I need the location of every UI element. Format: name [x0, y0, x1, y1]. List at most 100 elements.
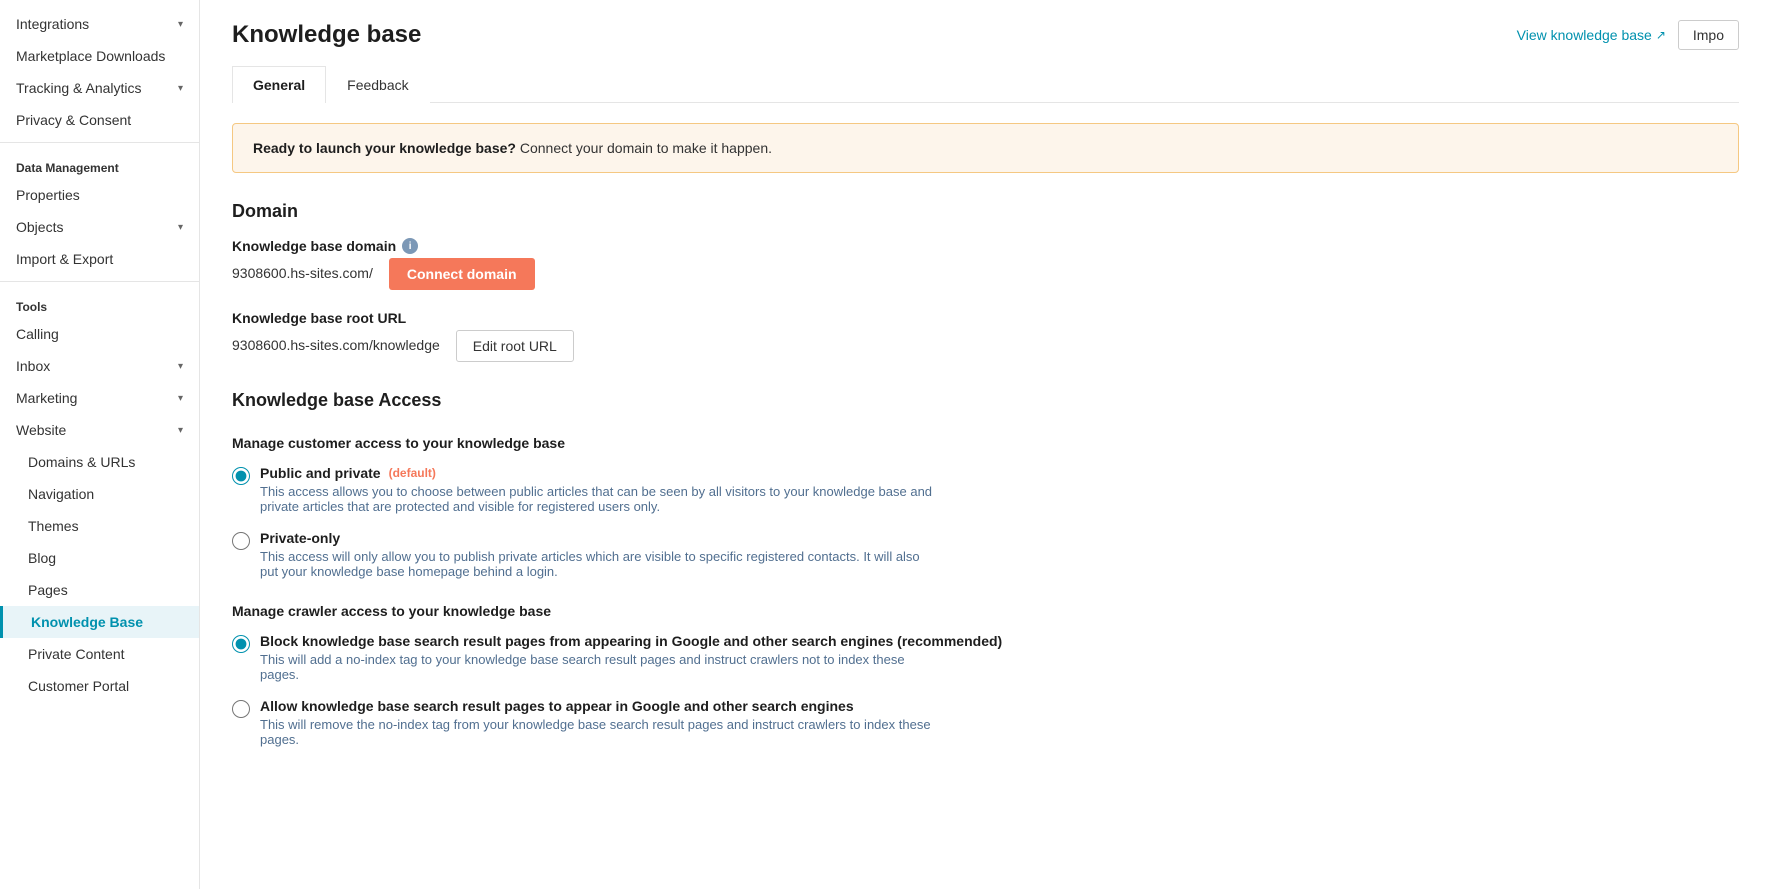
sidebar-item-label: Inbox — [16, 358, 50, 374]
radio-private-only[interactable] — [232, 532, 250, 550]
sidebar-item-blog[interactable]: Blog — [0, 542, 199, 574]
radio-option-private-only: Private-only This access will only allow… — [232, 530, 1739, 579]
sidebar-divider-2 — [0, 281, 199, 282]
sidebar-item-label: Privacy & Consent — [16, 112, 131, 128]
sidebar-item-marketing[interactable]: Marketing ▾ — [0, 382, 199, 414]
sidebar-item-label: Navigation — [28, 486, 94, 502]
view-knowledge-base-link[interactable]: View knowledge base ↗ — [1517, 27, 1666, 43]
tab-feedback[interactable]: Feedback — [326, 66, 429, 103]
customer-access-radio-group: Public and private (default) This access… — [232, 465, 1739, 579]
root-url-row: 9308600.hs-sites.com/knowledge Edit root… — [232, 330, 1739, 362]
content-area: Ready to launch your knowledge base? Con… — [200, 123, 1771, 779]
sidebar-item-label: Objects — [16, 219, 63, 235]
radio-block-crawlers-description: This will add a no-index tag to your kno… — [260, 652, 940, 682]
domain-section-title: Domain — [232, 201, 1739, 222]
sidebar-item-integrations[interactable]: Integrations ▾ — [0, 8, 199, 40]
sidebar-item-label: Marketing — [16, 390, 77, 406]
sidebar-item-domains-urls[interactable]: Domains & URLs — [0, 446, 199, 478]
sidebar-section-data-management: Data Management — [0, 149, 199, 179]
sidebar-item-knowledge-base[interactable]: Knowledge Base — [0, 606, 199, 638]
sidebar-item-label: Knowledge Base — [31, 614, 143, 630]
sidebar-item-label: Domains & URLs — [28, 454, 135, 470]
sidebar-item-label: Website — [16, 422, 66, 438]
radio-public-private-label[interactable]: Public and private (default) — [260, 465, 940, 481]
sidebar-item-label: Tracking & Analytics — [16, 80, 142, 96]
info-icon[interactable]: i — [402, 238, 418, 254]
sidebar-item-privacy-consent[interactable]: Privacy & Consent — [0, 104, 199, 136]
tab-general[interactable]: General — [232, 66, 326, 103]
sidebar-item-website[interactable]: Website ▾ — [0, 414, 199, 446]
connect-domain-button[interactable]: Connect domain — [389, 258, 535, 290]
sidebar-item-tracking-analytics[interactable]: Tracking & Analytics ▾ — [0, 72, 199, 104]
sidebar-item-inbox[interactable]: Inbox ▾ — [0, 350, 199, 382]
manage-crawler-access-label: Manage crawler access to your knowledge … — [232, 603, 1739, 619]
radio-block-crawlers[interactable] — [232, 635, 250, 653]
banner-bold-text: Ready to launch your knowledge base? — [253, 140, 516, 156]
radio-block-crawlers-label[interactable]: Block knowledge base search result pages… — [260, 633, 1002, 649]
header-actions: View knowledge base ↗ Impo — [1517, 20, 1739, 50]
sidebar: Integrations ▾ Marketplace Downloads Tra… — [0, 0, 200, 889]
sidebar-item-label: Private Content — [28, 646, 125, 662]
radio-block-crawlers-labels: Block knowledge base search result pages… — [260, 633, 1002, 682]
sidebar-item-pages[interactable]: Pages — [0, 574, 199, 606]
banner-text: Ready to launch your knowledge base? Con… — [253, 140, 772, 156]
domain-label: Knowledge base domain i — [232, 238, 1739, 254]
sidebar-item-label: Import & Export — [16, 251, 113, 267]
sidebar-item-private-content[interactable]: Private Content — [0, 638, 199, 670]
domain-row: 9308600.hs-sites.com/ Connect domain — [232, 258, 1739, 290]
radio-public-private-labels: Public and private (default) This access… — [260, 465, 940, 514]
sidebar-item-label: Themes — [28, 518, 79, 534]
radio-allow-crawlers[interactable] — [232, 700, 250, 718]
sidebar-item-label: Marketplace Downloads — [16, 48, 165, 64]
sidebar-item-properties[interactable]: Properties — [0, 179, 199, 211]
manage-customer-access-label: Manage customer access to your knowledge… — [232, 435, 1739, 451]
root-url-value: 9308600.hs-sites.com/knowledge — [232, 337, 440, 353]
sidebar-item-label: Pages — [28, 582, 68, 598]
import-button[interactable]: Impo — [1678, 20, 1739, 50]
main-content: Knowledge base View knowledge base ↗ Imp… — [200, 0, 1771, 889]
sidebar-section-tools: Tools — [0, 288, 199, 318]
external-link-icon: ↗ — [1656, 28, 1666, 42]
radio-allow-crawlers-labels: Allow knowledge base search result pages… — [260, 698, 940, 747]
sidebar-item-label: Integrations — [16, 16, 89, 32]
chevron-down-icon: ▾ — [178, 222, 183, 233]
sidebar-item-import-export[interactable]: Import & Export — [0, 243, 199, 275]
edit-root-url-button[interactable]: Edit root URL — [456, 330, 574, 362]
chevron-down-icon: ▾ — [178, 393, 183, 404]
radio-allow-crawlers-description: This will remove the no-index tag from y… — [260, 717, 940, 747]
sidebar-item-customer-portal[interactable]: Customer Portal — [0, 670, 199, 702]
radio-option-block-crawlers: Block knowledge base search result pages… — [232, 633, 1739, 682]
radio-private-only-labels: Private-only This access will only allow… — [260, 530, 940, 579]
info-banner: Ready to launch your knowledge base? Con… — [232, 123, 1739, 173]
access-section: Knowledge base Access Manage customer ac… — [232, 390, 1739, 747]
domain-section: Domain Knowledge base domain i 9308600.h… — [232, 201, 1739, 362]
sidebar-item-calling[interactable]: Calling — [0, 318, 199, 350]
page-header: Knowledge base View knowledge base ↗ Imp… — [200, 0, 1771, 50]
crawler-access-radio-group: Block knowledge base search result pages… — [232, 633, 1739, 747]
chevron-down-icon: ▾ — [178, 19, 183, 30]
sidebar-item-label: Properties — [16, 187, 80, 203]
chevron-down-icon: ▾ — [178, 83, 183, 94]
radio-private-only-label[interactable]: Private-only — [260, 530, 940, 546]
sidebar-item-marketplace-downloads[interactable]: Marketplace Downloads — [0, 40, 199, 72]
view-knowledge-base-label: View knowledge base — [1517, 27, 1652, 43]
radio-public-private-description: This access allows you to choose between… — [260, 484, 940, 514]
sidebar-divider — [0, 142, 199, 143]
radio-option-public-private: Public and private (default) This access… — [232, 465, 1739, 514]
sidebar-item-label: Customer Portal — [28, 678, 129, 694]
chevron-down-icon: ▾ — [178, 361, 183, 372]
banner-description: Connect your domain to make it happen. — [520, 140, 772, 156]
sidebar-item-objects[interactable]: Objects ▾ — [0, 211, 199, 243]
sidebar-item-navigation[interactable]: Navigation — [0, 478, 199, 510]
sidebar-item-label: Calling — [16, 326, 59, 342]
sidebar-item-label: Blog — [28, 550, 56, 566]
radio-public-private[interactable] — [232, 467, 250, 485]
radio-allow-crawlers-label[interactable]: Allow knowledge base search result pages… — [260, 698, 940, 714]
chevron-down-icon: ▾ — [178, 425, 183, 436]
radio-option-allow-crawlers: Allow knowledge base search result pages… — [232, 698, 1739, 747]
page-title: Knowledge base — [232, 21, 421, 49]
sidebar-item-themes[interactable]: Themes — [0, 510, 199, 542]
tabs-bar: General Feedback — [232, 66, 1739, 103]
badge-default: (default) — [389, 466, 436, 480]
access-section-title: Knowledge base Access — [232, 390, 1739, 411]
